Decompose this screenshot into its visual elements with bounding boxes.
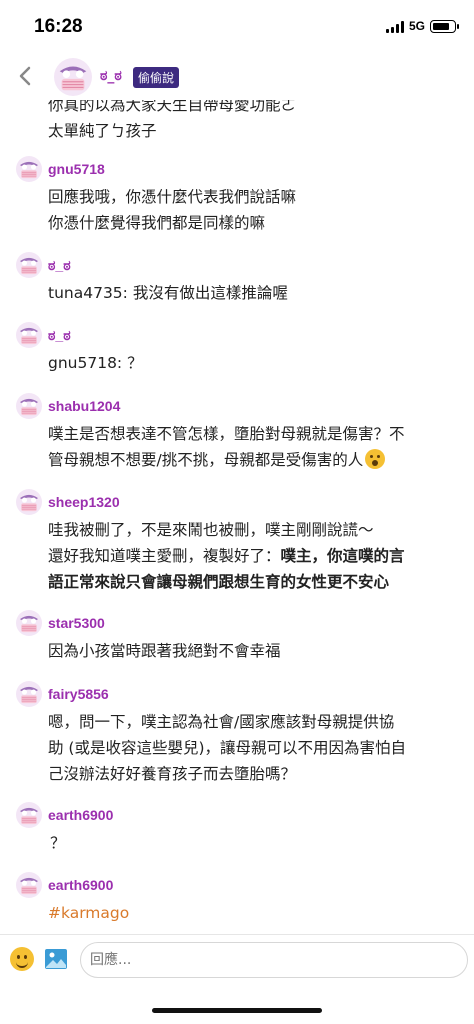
signal-icon	[385, 20, 404, 33]
message-line: 噗主是否想表達不管怎樣，墮胎對母親就是傷害？不	[48, 425, 405, 443]
avatar[interactable]	[54, 58, 92, 96]
list-item: earth6900 ？	[0, 802, 474, 856]
list-item: sheep1320 哇我被刪了，不是來鬧也被刪，噗主剛剛說謊～ 還好我知道噗主愛…	[0, 489, 474, 595]
network-label: 5G	[408, 19, 425, 33]
author-name[interactable]: earth6900	[48, 877, 113, 893]
list-item: earth6900 #karmago	[0, 872, 474, 926]
avatar[interactable]	[16, 802, 42, 828]
avatar[interactable]	[16, 610, 42, 636]
status-time: 16:28	[34, 16, 83, 37]
avatar[interactable]	[16, 489, 42, 515]
header-name[interactable]: ಠ_ಠ	[100, 68, 122, 84]
message-line: 語正常來說只會讓母親們跟想生育的女性更不安心	[48, 573, 390, 591]
list-item: shabu1204 噗主是否想表達不管怎樣，墮胎對母親就是傷害？不 管母親想不想…	[0, 393, 474, 473]
message-line: tuna4735: 我沒有做出這樣推論喔	[48, 284, 288, 302]
status-bar: 16:28 5G	[0, 0, 474, 56]
list-item: ಠ_ಠ tuna4735: 我沒有做出這樣推論喔	[0, 252, 474, 306]
author-name[interactable]: earth6900	[48, 807, 113, 823]
message-text: 還好我知道噗主愛刪，複製好了：	[48, 547, 281, 565]
message-line: 助 (或是收容這些嬰兒)，讓母親可以不用因為害怕自	[48, 739, 407, 757]
message-line: 己沒辦法好好養育孩子而去墮胎嗎？	[48, 765, 297, 783]
message-bold-text: 噗主，你這噗的言	[280, 547, 405, 565]
author-name[interactable]: fairy5856	[48, 686, 109, 702]
message-line: 還好我知道噗主愛刪，複製好了：噗主，你這噗的言	[48, 543, 474, 569]
list-item: star5300 因為小孩當時跟著我絕對不會幸福	[0, 610, 474, 664]
home-indicator[interactable]	[152, 1008, 322, 1013]
author-name[interactable]: sheep1320	[48, 494, 120, 510]
reply-composer	[0, 935, 474, 990]
message-line: 哇我被刪了，不是來鬧也被刪，噗主剛剛說謊～	[48, 521, 374, 539]
response-feed[interactable]: 你真的以為大家天生自帶母愛功能ㄛ 太單純了ㄅ孩子 gnu5718 回應我哦，你憑…	[0, 92, 474, 932]
avatar[interactable]	[16, 872, 42, 898]
battery-icon	[430, 19, 459, 33]
avatar[interactable]	[16, 252, 42, 278]
anonymous-badge: 偷偷說	[133, 67, 180, 88]
message-line: 嗯，問一下，噗主認為社會/國家應該對母親提供協	[48, 713, 395, 731]
battery-fill	[433, 22, 450, 30]
reply-input[interactable]	[80, 942, 468, 978]
hashtag-link[interactable]: #karmago	[48, 900, 474, 926]
back-chevron-icon[interactable]	[14, 64, 38, 88]
message-line: 回應我哦，你憑什麼代表我們說話嘛	[48, 188, 297, 206]
avatar[interactable]	[16, 156, 42, 182]
avatar[interactable]	[16, 322, 42, 348]
author-name[interactable]: ಠ_ಠ	[48, 257, 71, 274]
message-line: 你憑什麼覺得我們都是同樣的嘛	[48, 214, 266, 232]
status-indicators: 5G	[385, 19, 459, 33]
emoji-icon[interactable]	[10, 947, 34, 971]
astonished-emoji-icon	[365, 449, 386, 469]
message-line: 管母親想不想要/挑不挑，母親都是受傷害的人	[48, 447, 474, 473]
avatar[interactable]	[16, 393, 42, 419]
image-icon[interactable]	[44, 947, 68, 971]
author-name[interactable]: shabu1204	[48, 398, 120, 414]
message-text: 管母親想不想要/挑不挑，母親都是受傷害的人	[48, 451, 364, 469]
list-item: fairy5856 嗯，問一下，噗主認為社會/國家應該對母親提供協 助 (或是收…	[0, 681, 474, 787]
avatar[interactable]	[16, 681, 42, 707]
list-item: gnu5718 回應我哦，你憑什麼代表我們說話嘛 你憑什麼覺得我們都是同樣的嘛	[0, 156, 474, 236]
list-item: ಠ_ಠ gnu5718: ？	[0, 322, 474, 376]
author-name[interactable]: ಠ_ಠ	[48, 327, 71, 344]
message-line: 因為小孩當時跟著我絕對不會幸福	[48, 642, 281, 660]
message-line: ？	[50, 834, 66, 852]
chat-header: ಠ_ಠ 偷偷說	[0, 56, 474, 100]
author-name[interactable]: star5300	[48, 615, 105, 631]
message-line: gnu5718: ？	[48, 354, 143, 372]
author-name[interactable]: gnu5718	[48, 161, 105, 177]
partial-text-line: 太單純了ㄅ孩子	[48, 122, 157, 140]
